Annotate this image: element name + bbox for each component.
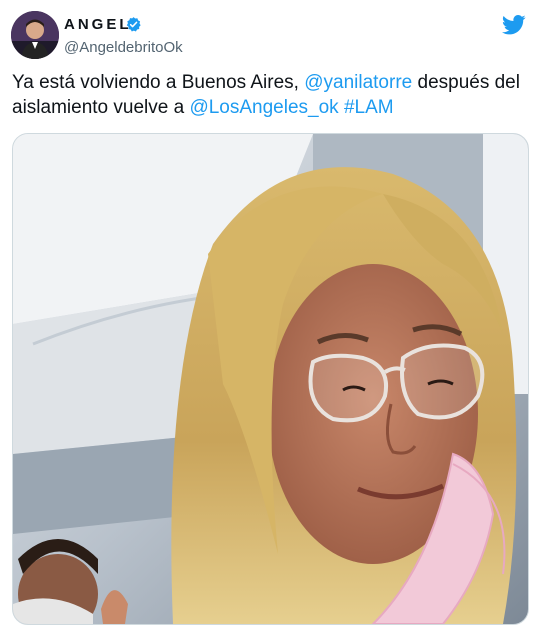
author-handle[interactable]: @AngeldebritoOk: [64, 39, 183, 56]
tweet-text-part: Ya está volviendo a Buenos Aires,: [12, 72, 305, 93]
tweet-card: ANGEL @AngeldebritoOk Ya está volviendo …: [0, 0, 542, 625]
avatar-photo: [11, 11, 59, 59]
avatar[interactable]: [11, 11, 59, 59]
twitter-bird-icon[interactable]: [502, 15, 526, 35]
tweet-text: Ya está volviendo a Buenos Aires, @yanil…: [12, 70, 530, 120]
display-name[interactable]: ANGEL: [64, 16, 132, 33]
tweet-media[interactable]: [12, 133, 529, 625]
selfie-photo: [13, 134, 528, 624]
verified-badge-icon: [126, 17, 141, 32]
hashtag-link[interactable]: #LAM: [344, 97, 394, 118]
mention-link[interactable]: @yanilatorre: [304, 72, 412, 93]
mention-link[interactable]: @LosAngeles_ok: [189, 97, 338, 118]
